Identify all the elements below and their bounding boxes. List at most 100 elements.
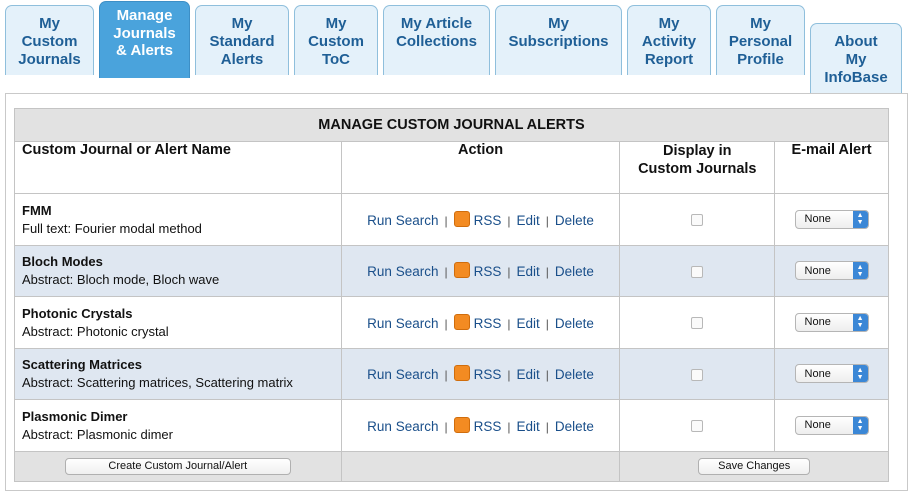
- tab-my-standard-alerts[interactable]: My Standard Alerts: [195, 5, 289, 75]
- rss-icon[interactable]: [453, 365, 470, 382]
- table-title-row: MANAGE CUSTOM JOURNAL ALERTS: [14, 108, 889, 142]
- column-header-display-label: Display in Custom Journals: [638, 143, 757, 177]
- alert-description: Abstract: Bloch mode, Bloch wave: [22, 272, 220, 288]
- delete-link[interactable]: Delete: [555, 367, 594, 382]
- alert-description: Full text: Fourier modal method: [22, 220, 202, 236]
- email-alert-select[interactable]: None ▲ ▼: [794, 364, 869, 384]
- separator: |: [444, 419, 448, 434]
- email-alert-select[interactable]: None ▲ ▼: [794, 261, 869, 281]
- separator: |: [507, 419, 511, 434]
- separator: |: [507, 213, 511, 228]
- table-footer-row: Create Custom Journal/Alert Save Changes: [14, 450, 889, 482]
- action-cell: Run Search | RSS | Edit | Delete: [340, 347, 621, 400]
- rss-icon[interactable]: [453, 313, 470, 330]
- alert-description: Abstract: Photonic crystal: [22, 323, 169, 339]
- rss-icon[interactable]: [453, 416, 470, 433]
- run-search-link[interactable]: Run Search: [367, 213, 438, 228]
- column-header-email: E-mail Alert: [774, 141, 889, 194]
- table-header-row: Custom Journal or Alert Name Action Disp…: [14, 141, 889, 194]
- tab-label: My Custom ToC: [308, 15, 364, 68]
- separator: |: [507, 316, 511, 331]
- tab-label: Manage Journals & Alerts: [113, 7, 176, 59]
- tab-about-my-infobase[interactable]: About My InfoBase: [810, 23, 902, 93]
- email-alert-select[interactable]: None ▲ ▼: [794, 415, 869, 435]
- rss-link[interactable]: RSS: [474, 367, 502, 382]
- tab-label: My Activity Report: [641, 15, 697, 68]
- tab-manage-journals-alerts[interactable]: Manage Journals & Alerts: [99, 1, 190, 78]
- email-cell: None ▲ ▼: [774, 296, 889, 349]
- edit-link[interactable]: Edit: [516, 264, 539, 279]
- save-changes-button[interactable]: Save Changes: [698, 458, 811, 475]
- alert-name: Plasmonic Dimer: [22, 408, 128, 424]
- display-checkbox[interactable]: [691, 420, 704, 433]
- footer-empty-cell: [340, 450, 621, 482]
- edit-link[interactable]: Edit: [516, 419, 539, 434]
- delete-link[interactable]: Delete: [555, 264, 594, 279]
- column-header-name: Custom Journal or Alert Name: [14, 141, 342, 194]
- email-alert-value: None: [804, 419, 831, 432]
- run-search-link[interactable]: Run Search: [367, 264, 438, 279]
- select-arrows-icon: ▲ ▼: [852, 210, 868, 228]
- alert-name-cell: Scattering Matrices Abstract: Scattering…: [14, 347, 342, 400]
- tab-label: My Article Collections: [396, 15, 477, 50]
- email-alert-select[interactable]: None ▲ ▼: [794, 312, 869, 332]
- rss-icon[interactable]: [453, 210, 470, 227]
- action-cell: Run Search | RSS | Edit | Delete: [340, 193, 621, 246]
- email-cell: None ▲ ▼: [774, 347, 889, 400]
- display-cell: [619, 193, 776, 246]
- tab-my-subscriptions[interactable]: My Subscriptions: [495, 5, 622, 75]
- separator: |: [507, 368, 511, 383]
- alert-description: Abstract: Plasmonic dimer: [22, 426, 173, 442]
- rss-link[interactable]: RSS: [474, 316, 502, 331]
- run-search-link[interactable]: Run Search: [367, 367, 438, 382]
- column-header-display: Display in Custom Journals: [619, 141, 776, 194]
- edit-link[interactable]: Edit: [516, 316, 539, 331]
- tab-my-article-collections[interactable]: My Article Collections: [383, 5, 490, 75]
- table-row: Bloch Modes Abstract: Bloch mode, Bloch …: [14, 244, 889, 297]
- create-custom-journal-button[interactable]: Create Custom Journal/Alert: [64, 458, 291, 475]
- email-cell: None ▲ ▼: [774, 193, 889, 246]
- delete-link[interactable]: Delete: [555, 316, 594, 331]
- display-checkbox[interactable]: [691, 214, 704, 227]
- rss-link[interactable]: RSS: [474, 419, 502, 434]
- rss-link[interactable]: RSS: [474, 264, 502, 279]
- run-search-link[interactable]: Run Search: [367, 419, 438, 434]
- edit-link[interactable]: Edit: [516, 213, 539, 228]
- alert-name-cell: Plasmonic Dimer Abstract: Plasmonic dime…: [14, 399, 342, 452]
- alerts-table: MANAGE CUSTOM JOURNAL ALERTS Custom Jour…: [14, 108, 889, 482]
- alert-name: FMM: [22, 202, 52, 218]
- tab-my-activity-report[interactable]: My Activity Report: [627, 5, 711, 75]
- edit-link[interactable]: Edit: [516, 367, 539, 382]
- email-cell: None ▲ ▼: [774, 244, 889, 297]
- display-checkbox[interactable]: [691, 368, 704, 381]
- table-row: Plasmonic Dimer Abstract: Plasmonic dime…: [14, 399, 889, 452]
- alert-name-cell: FMM Full text: Fourier modal method: [14, 193, 342, 246]
- delete-link[interactable]: Delete: [555, 419, 594, 434]
- rss-link[interactable]: RSS: [474, 213, 502, 228]
- tab-my-personal-profile[interactable]: My Personal Profile: [716, 5, 805, 75]
- table-title: MANAGE CUSTOM JOURNAL ALERTS: [14, 108, 889, 142]
- display-cell: [619, 296, 776, 349]
- rss-icon[interactable]: [453, 262, 470, 279]
- run-search-link[interactable]: Run Search: [367, 316, 438, 331]
- separator: |: [507, 265, 511, 280]
- separator: |: [545, 368, 549, 383]
- email-alert-select[interactable]: None ▲ ▼: [794, 209, 869, 229]
- select-arrows-icon: ▲ ▼: [852, 365, 868, 383]
- column-header-action: Action: [340, 141, 621, 194]
- separator: |: [444, 368, 448, 383]
- separator: |: [444, 316, 448, 331]
- delete-link[interactable]: Delete: [555, 213, 594, 228]
- email-alert-value: None: [804, 316, 831, 329]
- display-cell: [619, 244, 776, 297]
- separator: |: [545, 419, 549, 434]
- separator: |: [545, 213, 549, 228]
- select-arrows-icon: ▲ ▼: [852, 262, 868, 280]
- select-arrows-icon: ▲ ▼: [852, 313, 868, 331]
- display-checkbox[interactable]: [691, 317, 704, 330]
- display-checkbox[interactable]: [691, 265, 704, 278]
- tab-my-custom-journals[interactable]: My Custom Journals: [5, 5, 94, 75]
- alert-name: Bloch Modes: [22, 254, 103, 270]
- tab-my-custom-toc[interactable]: My Custom ToC: [294, 5, 378, 75]
- separator: |: [444, 265, 448, 280]
